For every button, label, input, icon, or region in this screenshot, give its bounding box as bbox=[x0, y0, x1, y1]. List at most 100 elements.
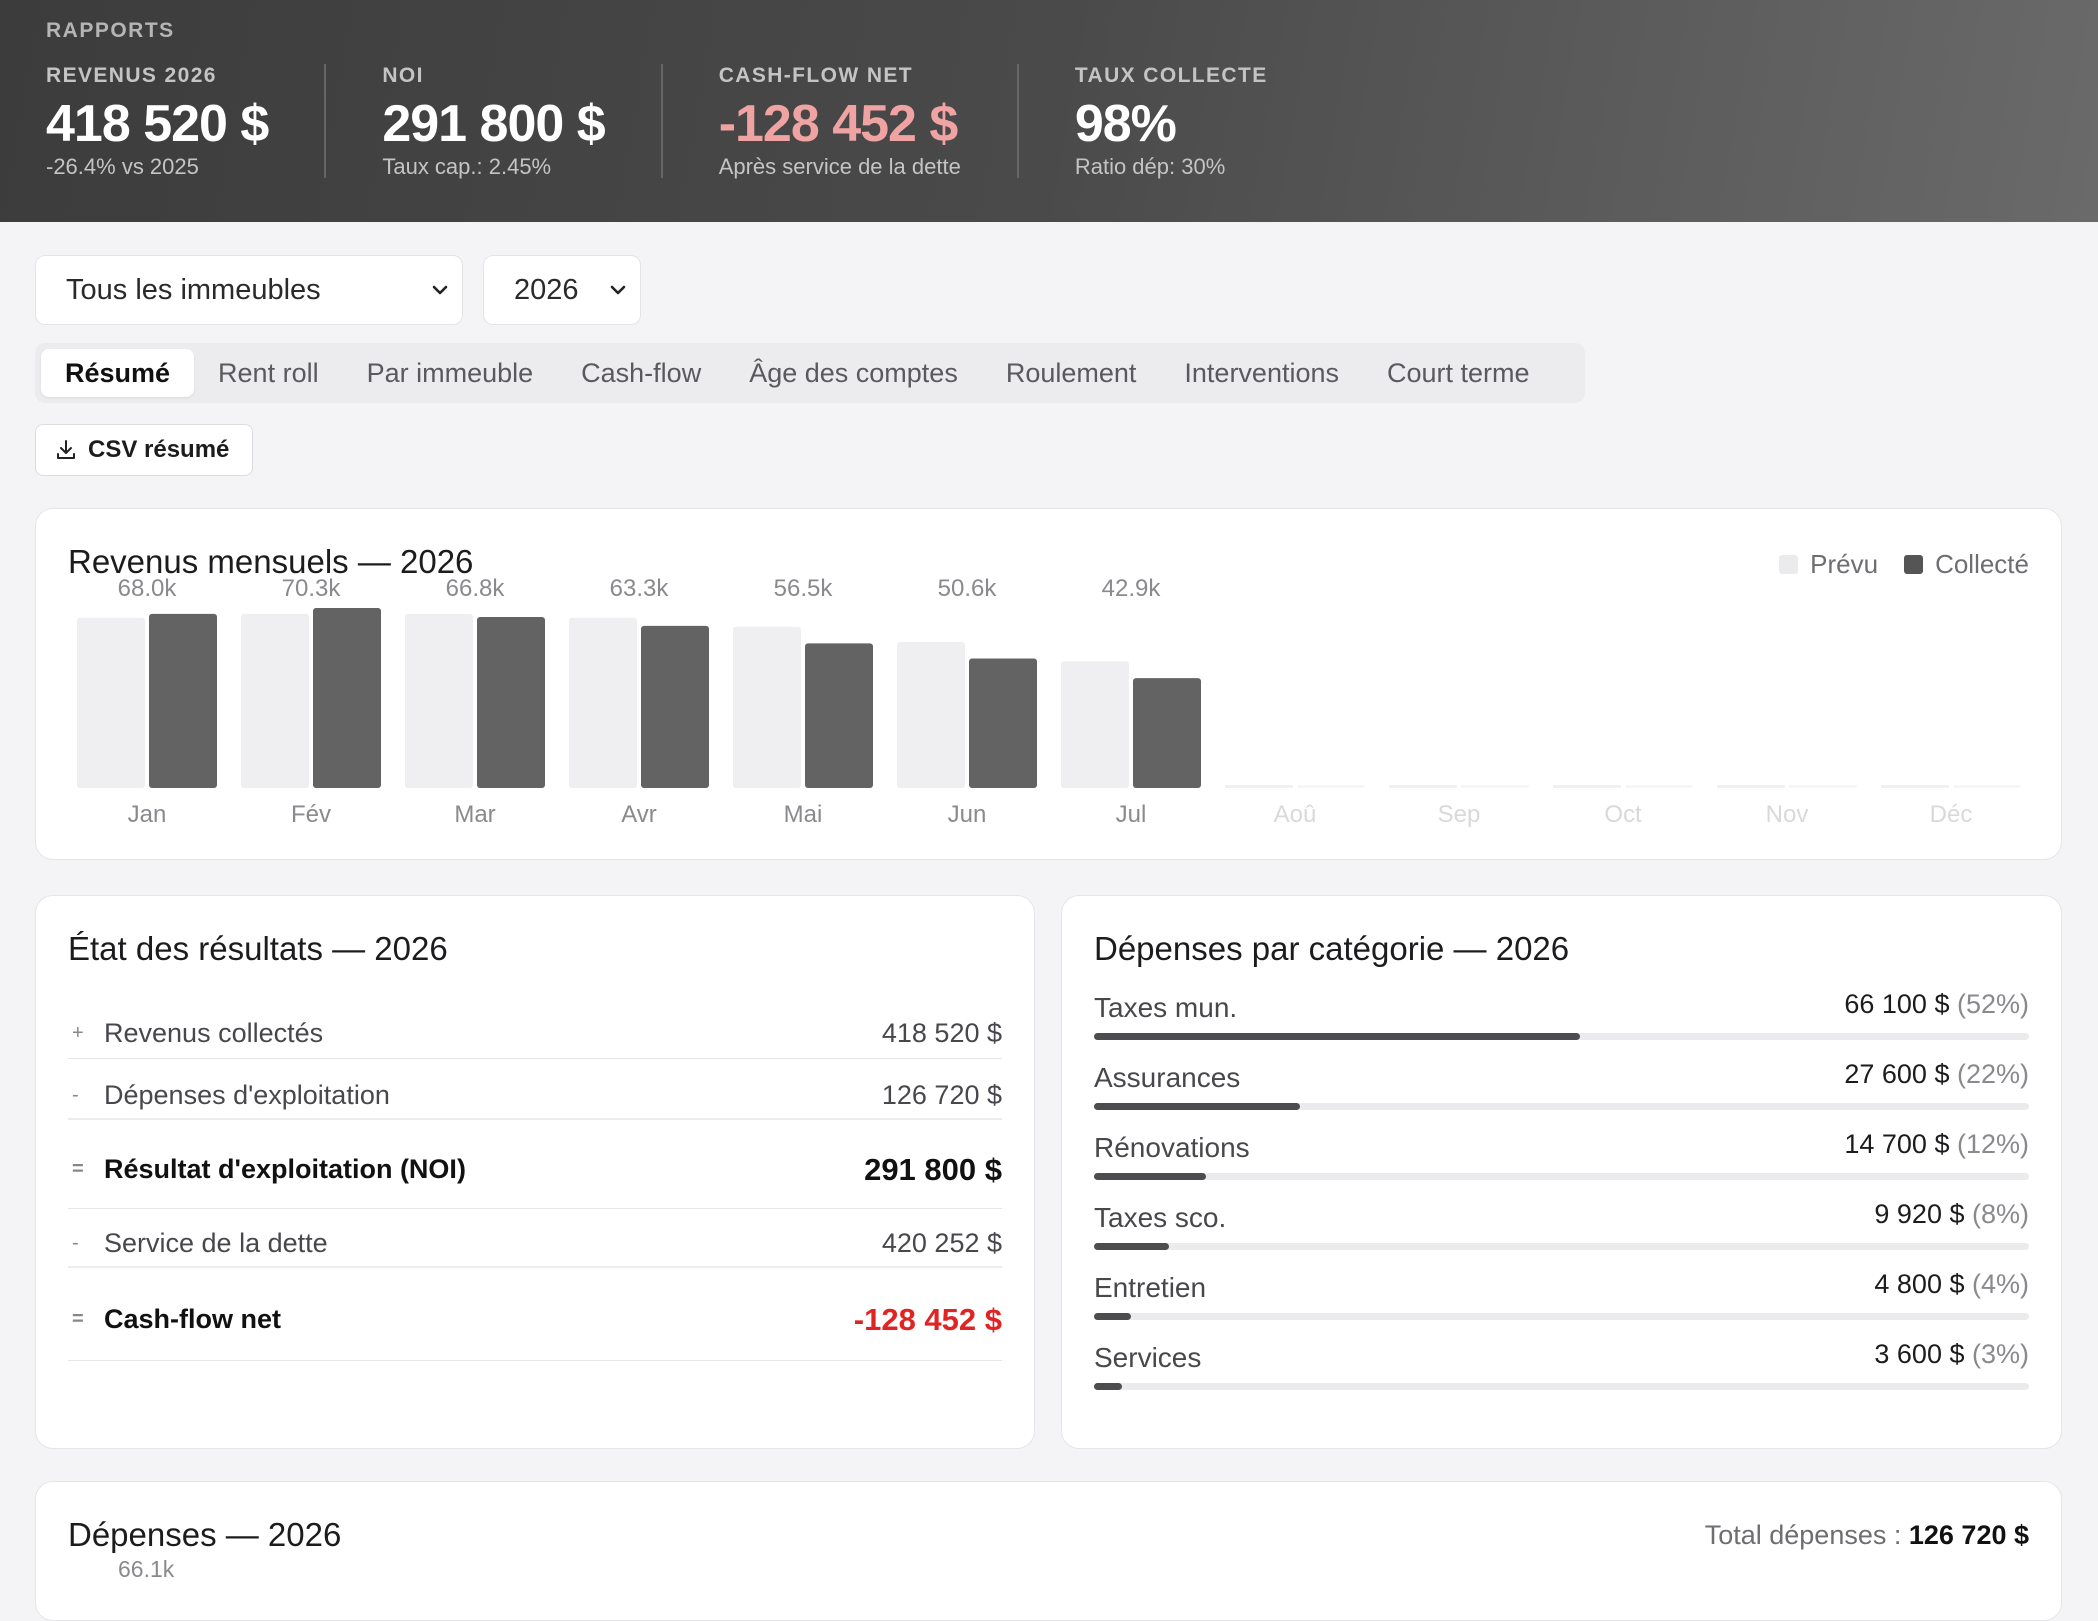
bar-planned bbox=[1225, 785, 1293, 788]
category-row: Taxes mun. 66 100 $ (52%) bbox=[1094, 989, 2029, 1054]
category-progress-track bbox=[1094, 1173, 2029, 1180]
building-select[interactable]: Tous les immeubles bbox=[35, 255, 463, 325]
download-icon bbox=[57, 440, 75, 459]
x-tick-label: Sep bbox=[1438, 801, 1481, 828]
category-percent: (8%) bbox=[1971, 1199, 2029, 1229]
category-progress-track bbox=[1094, 1103, 2029, 1110]
bar-planned bbox=[1717, 785, 1785, 788]
bar-value-label: 56.5k bbox=[774, 575, 834, 602]
category-percent: (12%) bbox=[1956, 1129, 2029, 1159]
bar-collected bbox=[805, 643, 873, 788]
category-amount-value: 4 800 $ bbox=[1874, 1269, 1972, 1299]
category-name: Entretien bbox=[1094, 1272, 1207, 1303]
tab-interventions[interactable]: Interventions bbox=[1160, 349, 1363, 397]
pl-sign: - bbox=[72, 1083, 79, 1106]
category-name: Services bbox=[1094, 1342, 1202, 1373]
category-percent: (22%) bbox=[1956, 1059, 2029, 1089]
pl-row-operating-expenses: - Dépenses d'exploitation 126 720 $ bbox=[68, 1072, 1002, 1120]
tab-court-terme[interactable]: Court terme bbox=[1363, 349, 1554, 397]
x-tick-label: Mar bbox=[454, 801, 495, 828]
kpi-value: 418 520 $ bbox=[46, 95, 269, 153]
expenses-by-category-title: Dépenses par catégorie — 2026 bbox=[1094, 930, 1570, 967]
category-progress-fill bbox=[1094, 1033, 1581, 1040]
bar-value-label: 50.6k bbox=[938, 575, 998, 602]
category-progress-track bbox=[1094, 1033, 2029, 1040]
category-percent: (52%) bbox=[1956, 989, 2029, 1019]
x-tick-label: Avr bbox=[621, 801, 657, 828]
category-row: Rénovations 14 700 $ (12%) bbox=[1094, 1129, 2029, 1194]
bar-collected bbox=[149, 613, 217, 788]
bar-value-label: 42.9k bbox=[1102, 575, 1162, 602]
expenses-by-category-card: Dépenses par catégorie — 2026 Taxes mun.… bbox=[1061, 895, 2062, 1449]
bar-planned bbox=[569, 617, 637, 788]
total-expenses-value: 126 720 $ bbox=[1908, 1520, 2029, 1550]
category-amount: 14 700 $ (12%) bbox=[1844, 1129, 2029, 1160]
total-expenses: Total dépenses : 126 720 $ bbox=[1705, 1520, 2029, 1551]
bar-value-label: 66.8k bbox=[446, 575, 506, 602]
pl-row-net-cashflow: = Cash-flow net -128 452 $ bbox=[68, 1279, 1002, 1361]
category-amount-value: 66 100 $ bbox=[1844, 989, 1957, 1019]
kpi-sub: -26.4% vs 2025 bbox=[46, 154, 199, 179]
bar-planned bbox=[77, 617, 145, 788]
year-select[interactable]: 2026 bbox=[483, 255, 641, 325]
category-amount: 4 800 $ (4%) bbox=[1874, 1269, 2029, 1300]
x-tick-label: Nov bbox=[1766, 801, 1809, 828]
pl-row-noi: = Résultat d'exploitation (NOI) 291 800 … bbox=[68, 1131, 1002, 1209]
kpi-value: -128 452 $ bbox=[718, 95, 959, 153]
pl-label: Revenus collectés bbox=[104, 1018, 324, 1048]
category-row: Services 3 600 $ (3%) bbox=[1094, 1339, 2029, 1404]
bar-value-label: 68.0k bbox=[118, 575, 178, 602]
kpi-noi: NOI 291 800 $ Taux cap.: 2.45% bbox=[382, 64, 663, 179]
kpi-sub: Taux cap.: 2.45% bbox=[382, 154, 552, 179]
category-percent: (4%) bbox=[1971, 1269, 2029, 1299]
chevron-down-icon bbox=[432, 285, 448, 295]
tab-roulement[interactable]: Roulement bbox=[982, 349, 1161, 397]
category-row: Assurances 27 600 $ (22%) bbox=[1094, 1059, 2029, 1124]
category-progress-track bbox=[1094, 1383, 2029, 1390]
income-statement-title: État des résultats — 2026 bbox=[68, 930, 448, 967]
bar-value-label: 70.3k bbox=[282, 575, 342, 602]
expenses-title: Dépenses — 2026 bbox=[68, 1516, 342, 1553]
report-tabs: Résumé Rent roll Par immeuble Cash-flow … bbox=[35, 343, 1585, 403]
bar-collected bbox=[1461, 785, 1529, 788]
category-row: Entretien 4 800 $ (4%) bbox=[1094, 1269, 2029, 1334]
pl-label: Service de la dette bbox=[104, 1227, 328, 1258]
tab-cash-flow[interactable]: Cash-flow bbox=[557, 349, 725, 397]
tab-rent-roll[interactable]: Rent roll bbox=[194, 349, 343, 397]
bar-collected bbox=[1133, 678, 1201, 788]
category-percent: (3%) bbox=[1971, 1339, 2029, 1369]
category-progress-track bbox=[1094, 1243, 2029, 1250]
bar-planned bbox=[733, 626, 801, 788]
x-tick-label: Fév bbox=[291, 801, 331, 828]
category-name: Taxes sco. bbox=[1094, 1202, 1227, 1233]
bar-planned bbox=[1881, 785, 1949, 788]
revenue-bar-chart: 68.0k Jan 70.3k Fév 66.8k Mar 63.3k Avr 56.5k Mai… bbox=[77, 575, 2021, 828]
x-tick-label: Aoû bbox=[1274, 801, 1317, 828]
bar-planned bbox=[1389, 785, 1457, 788]
kpi-value: 98% bbox=[1074, 95, 1177, 153]
tab-par-immeuble[interactable]: Par immeuble bbox=[343, 349, 558, 397]
bar-value-label: 63.3k bbox=[610, 575, 670, 602]
expenses-bar-label: 66.1k bbox=[118, 1556, 175, 1582]
csv-export-button[interactable]: CSV résumé bbox=[35, 424, 253, 476]
income-statement-card: État des résultats — 2026 + Revenus coll… bbox=[35, 895, 1035, 1449]
section-label: RAPPORTS bbox=[46, 19, 175, 42]
category-amount-value: 14 700 $ bbox=[1844, 1129, 1957, 1159]
csv-export-label: CSV résumé bbox=[88, 436, 230, 463]
kpi-value: 291 800 $ bbox=[382, 95, 605, 153]
tab-age-des-comptes[interactable]: Âge des comptes bbox=[725, 349, 982, 397]
kpi-label: TAUX COLLECTE bbox=[1074, 64, 1268, 87]
category-progress-fill bbox=[1094, 1243, 1169, 1250]
kpi-sub: Ratio dép: 30% bbox=[1074, 154, 1226, 179]
year-select-value: 2026 bbox=[514, 273, 579, 306]
pl-amount: 126 720 $ bbox=[881, 1079, 1002, 1110]
bar-collected bbox=[969, 658, 1037, 788]
category-progress-fill bbox=[1094, 1103, 1300, 1110]
pl-label: Résultat d'exploitation (NOI) bbox=[104, 1154, 466, 1184]
kpi-label: CASH-FLOW NET bbox=[718, 64, 914, 87]
pl-label: Dépenses d'exploitation bbox=[104, 1079, 390, 1110]
chevron-down-icon bbox=[610, 285, 626, 295]
tab-resume[interactable]: Résumé bbox=[41, 349, 195, 397]
kpi-sub: Après service de la dette bbox=[718, 154, 961, 179]
category-progress-track bbox=[1094, 1313, 2029, 1320]
